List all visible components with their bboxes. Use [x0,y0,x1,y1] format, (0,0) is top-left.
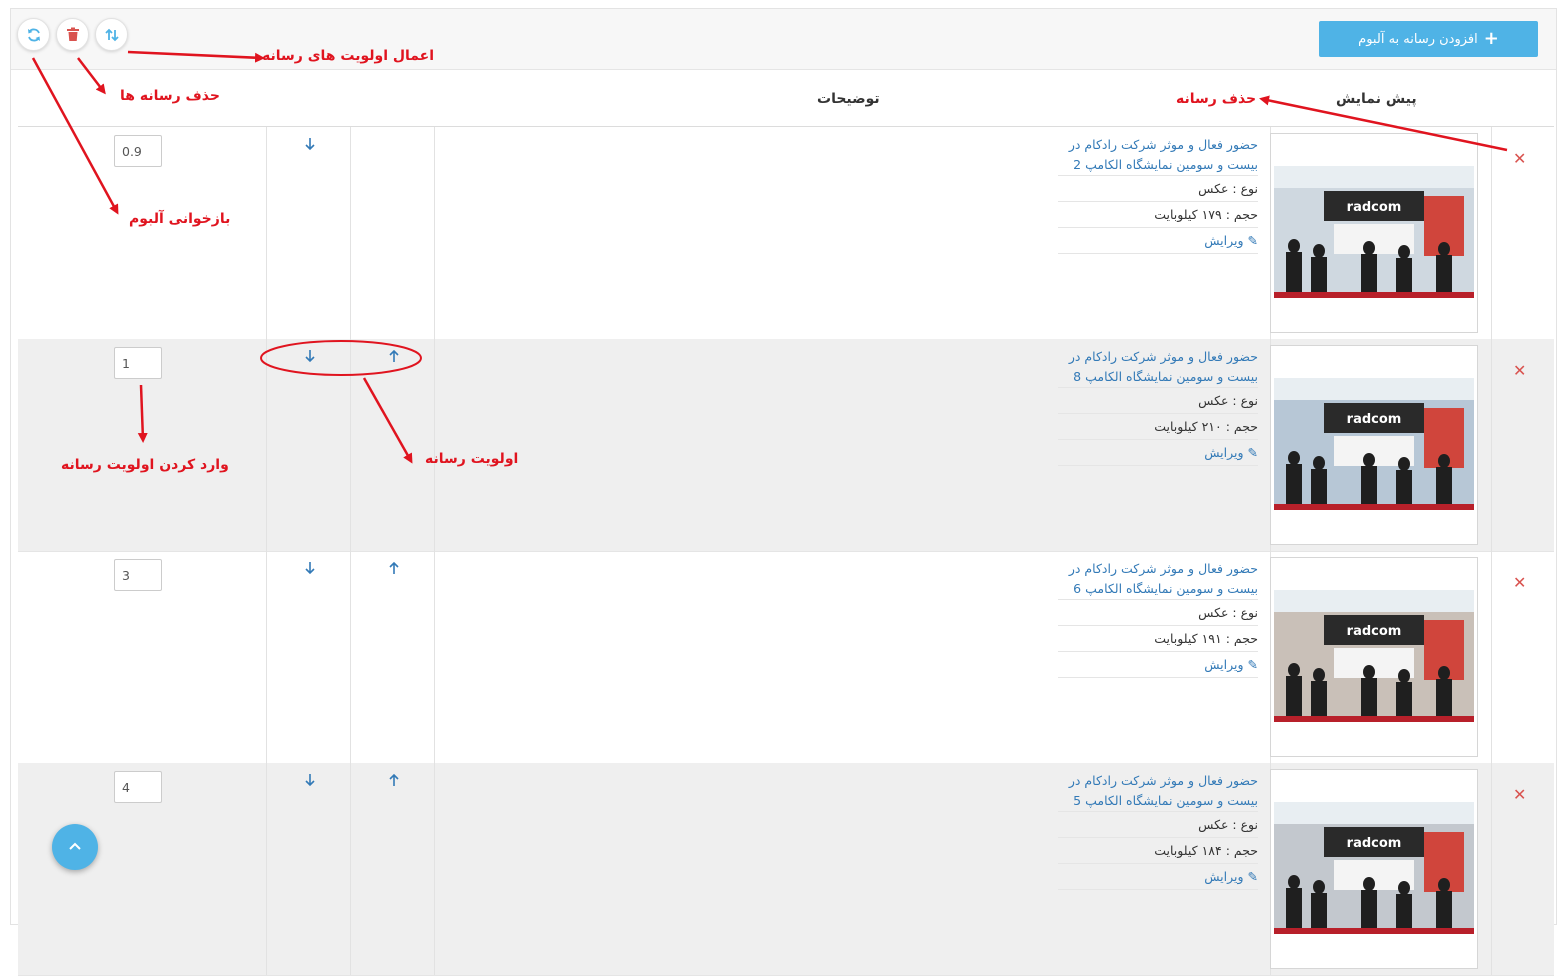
delete-row-icon[interactable]: ✕ [1513,149,1526,168]
media-type: نوع : عکس [1058,387,1258,413]
edit-label: ویرایش [1204,445,1244,460]
preview-header: پیش نمایش [1336,91,1417,107]
plus-icon: + [1483,28,1499,49]
annotation-reload-album: بازخوانی آلبوم [129,211,231,227]
media-thumbnail[interactable]: radcom [1274,590,1474,722]
media-type: نوع : عکس [1058,599,1258,625]
edit-media-link[interactable]: ✎ ویرایش [1058,439,1258,466]
refresh-icon [27,28,40,41]
edit-media-link[interactable]: ✎ ویرایش [1058,863,1258,890]
media-info: حضور فعال و موثر شرکت رادکام در بیست و س… [1058,559,1258,678]
column-divider [434,339,435,551]
column-divider [266,551,267,763]
annotation-media-priority: اولویت رسانه [425,451,519,467]
column-divider [434,127,435,339]
brand-text: radcom [1347,412,1402,427]
sort-arrows-icon [104,28,119,41]
media-size: حجم : ۱۹۱ کیلوبایت [1058,625,1258,651]
media-info: حضور فعال و موثر شرکت رادکام در بیست و س… [1058,347,1258,466]
media-size: حجم : ۱۷۹ کیلوبایت [1058,201,1258,227]
chevron-up-icon [69,842,81,850]
annotation-enter-priority: وارد کردن اولویت رسانه [61,457,229,473]
media-preview[interactable]: radcom [1270,345,1478,545]
move-down-icon[interactable] [303,561,317,575]
media-preview[interactable]: radcom [1270,557,1478,757]
priority-input[interactable]: 3 [114,559,162,591]
edit-label: ویرایش [1204,869,1244,884]
media-size: حجم : ۱۸۴ کیلوبایت [1058,837,1258,863]
annotation-delete-media: حذف رسانه [1176,91,1257,107]
pencil-icon: ✎ [1247,869,1258,884]
column-divider [350,339,351,551]
media-size: حجم : ۲۱۰ کیلوبایت [1058,413,1258,439]
media-title-link[interactable]: حضور فعال و موثر شرکت رادکام در بیست و س… [1058,771,1258,811]
column-divider [266,339,267,551]
priority-input[interactable]: 4 [114,771,162,803]
brand-text: radcom [1347,836,1402,851]
media-preview[interactable]: radcom [1270,133,1478,333]
add-media-label: افزودن رسانه به آلبوم [1358,31,1478,47]
column-divider [350,551,351,763]
brand-text: radcom [1347,200,1402,215]
media-thumbnail[interactable]: radcom [1274,378,1474,510]
pencil-icon: ✎ [1247,445,1258,460]
column-divider [350,127,351,339]
media-thumbnail[interactable]: radcom [1274,802,1474,934]
table-row: ✕ radcom حضور فعال و موثر شرکت رادکام در… [18,551,1554,764]
column-divider [1491,127,1492,339]
table-row: ✕ radcom حضور فعال و موثر شرکت رادکام در… [18,763,1554,976]
edit-label: ویرایش [1204,233,1244,248]
column-divider [350,763,351,975]
column-divider [1491,763,1492,975]
apply-priorities-button[interactable] [95,18,128,51]
annotation-apply-priorities: اعمال اولویت های رسانه [262,48,435,64]
album-media-panel: + افزودن رسانه به آلبوم پیش نمایش توضیحا… [10,8,1557,976]
media-title-link[interactable]: حضور فعال و موثر شرکت رادکام در بیست و س… [1058,559,1258,599]
move-up-icon[interactable] [387,349,401,363]
media-info: حضور فعال و موثر شرکت رادکام در بیست و س… [1058,135,1258,254]
column-divider [266,127,267,339]
table-header: پیش نمایش توضیحات [18,69,1554,127]
move-down-icon[interactable] [303,349,317,363]
delete-row-icon[interactable]: ✕ [1513,361,1526,380]
pencil-icon: ✎ [1247,657,1258,672]
column-divider [1491,339,1492,551]
edit-media-link[interactable]: ✎ ویرایش [1058,227,1258,254]
column-divider [266,763,267,975]
media-title-link[interactable]: حضور فعال و موثر شرکت رادکام در بیست و س… [1058,347,1258,387]
move-down-icon[interactable] [303,773,317,787]
description-header: توضیحات [817,91,880,107]
media-thumbnail[interactable]: radcom [1274,166,1474,298]
trash-icon [66,27,79,41]
media-preview[interactable]: radcom [1270,769,1478,969]
move-up-icon[interactable] [387,773,401,787]
priority-input[interactable]: 0.9 [114,135,162,167]
edit-media-link[interactable]: ✎ ویرایش [1058,651,1258,678]
annotation-delete-all: حذف رسانه ها [120,88,220,104]
delete-row-icon[interactable]: ✕ [1513,573,1526,592]
priority-input[interactable]: 1 [114,347,162,379]
media-type: نوع : عکس [1058,811,1258,837]
media-title-link[interactable]: حضور فعال و موثر شرکت رادکام در بیست و س… [1058,135,1258,175]
pencil-icon: ✎ [1247,233,1258,248]
media-type: نوع : عکس [1058,175,1258,201]
column-divider [434,551,435,763]
table-row: ✕ radcom حضور فعال و موثر شرکت رادکام در… [18,127,1554,340]
add-media-button[interactable]: + افزودن رسانه به آلبوم [1319,21,1538,57]
move-up-icon[interactable] [387,561,401,575]
table-row: ✕ radcom حضور فعال و موثر شرکت رادکام در… [18,339,1554,552]
media-info: حضور فعال و موثر شرکت رادکام در بیست و س… [1058,771,1258,890]
column-divider [1491,551,1492,763]
scroll-to-top-button[interactable] [52,824,98,870]
delete-row-icon[interactable]: ✕ [1513,785,1526,804]
column-divider [434,763,435,975]
edit-label: ویرایش [1204,657,1244,672]
brand-text: radcom [1347,624,1402,639]
reload-album-button[interactable] [17,18,50,51]
delete-media-button[interactable] [56,18,89,51]
move-down-icon[interactable] [303,137,317,151]
toolbar: + افزودن رسانه به آلبوم [11,9,1556,70]
